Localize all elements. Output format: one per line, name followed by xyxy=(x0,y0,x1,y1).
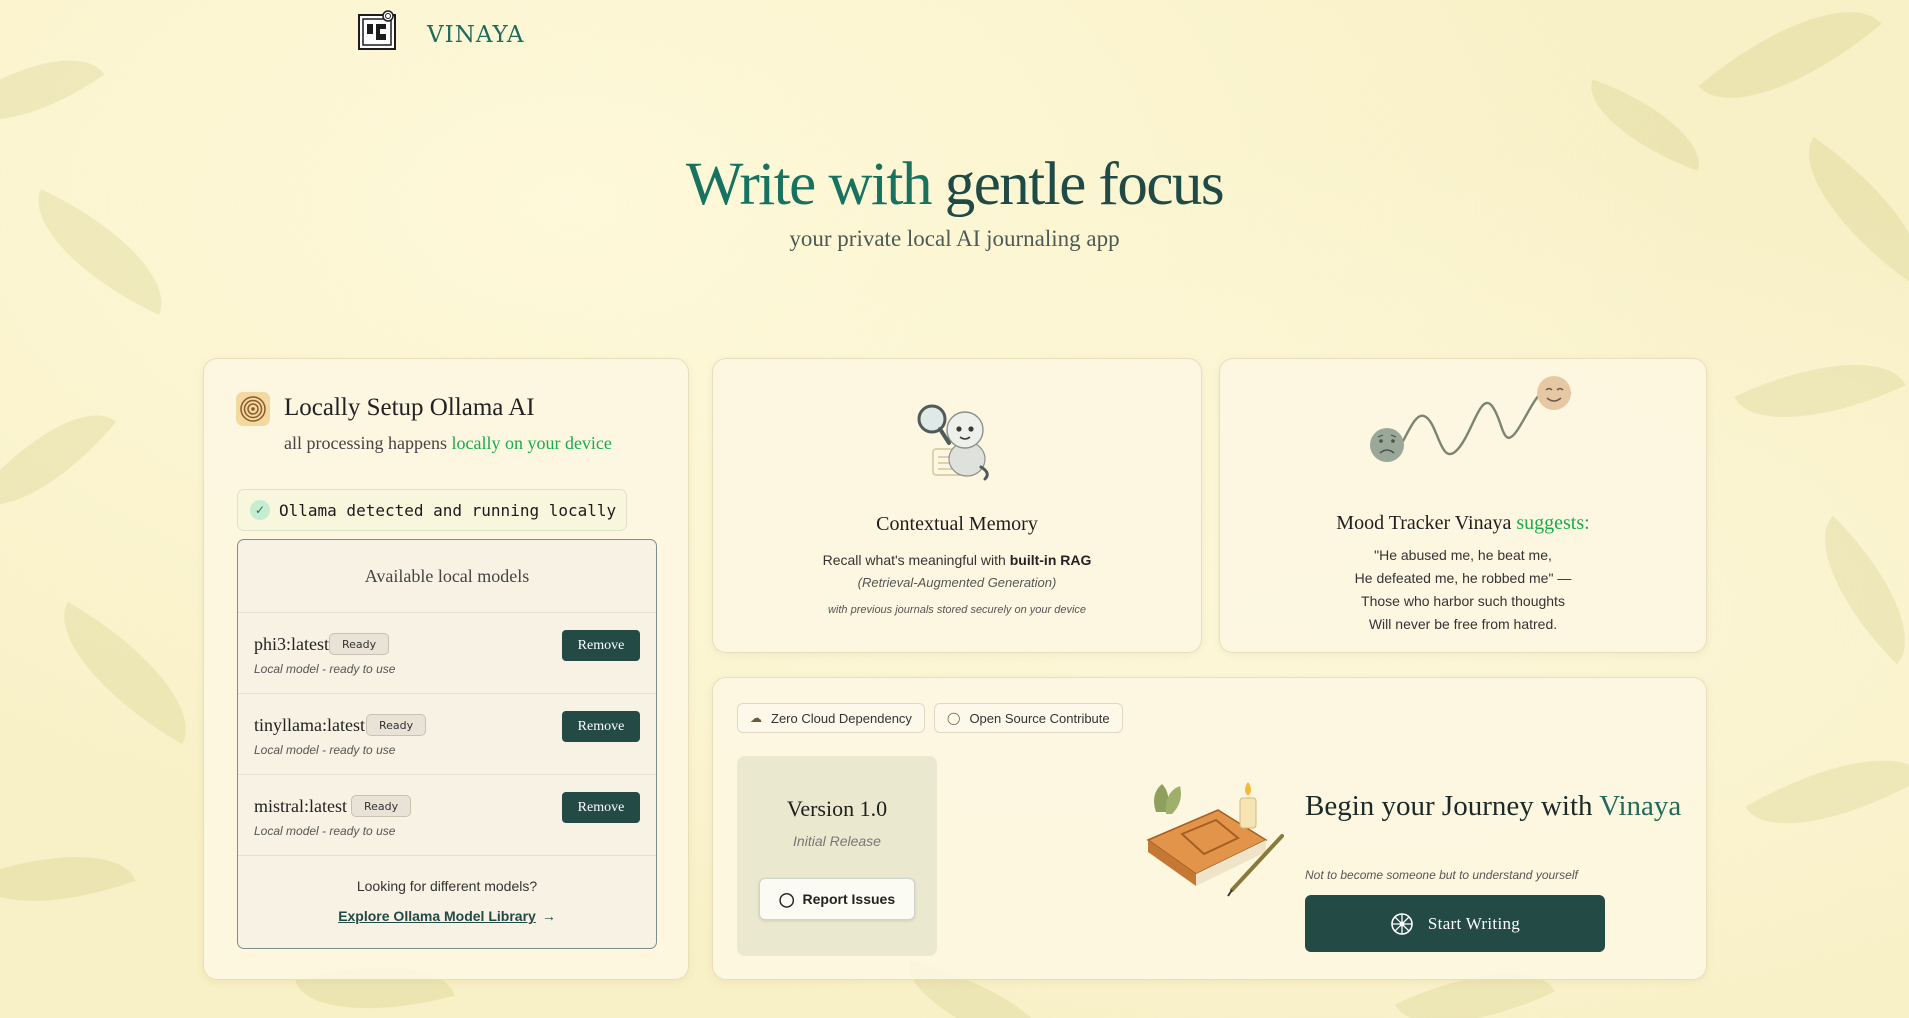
mood-title: Mood Tracker Vinaya suggests: xyxy=(1220,512,1706,535)
hero-title-part1: Write with xyxy=(685,151,933,218)
open-source-pill[interactable]: ◯ Open Source Contribute xyxy=(934,703,1123,733)
report-issues-button[interactable]: ◯ Report Issues xyxy=(759,878,915,920)
journey-card: ☁ Zero Cloud Dependency ◯ Open Source Co… xyxy=(712,677,1707,980)
start-writing-label[interactable]: Start Writing xyxy=(1428,914,1520,934)
version-number: Version 1.0 xyxy=(786,796,888,821)
memory-rag-explanation: (Retrieval-Augmented Generation) xyxy=(857,575,1057,590)
model-ready-badge: Ready xyxy=(329,633,390,655)
model-description: Local model - ready to use xyxy=(254,662,396,676)
start-writing-button[interactable]: Start Writing xyxy=(1305,895,1605,952)
memory-note: with previous journals stored securely o… xyxy=(827,604,1087,616)
ollama-status-badge: ✓ Ollama detected and running locally xyxy=(237,489,627,531)
model-description: Local model - ready to use xyxy=(254,824,396,838)
quote-line: He defeated me, he robbed me" — xyxy=(1354,570,1572,586)
looking-for-models-text: Looking for different models? xyxy=(356,878,538,894)
cloud-off-icon: ☁ xyxy=(750,711,762,725)
ollama-setup-card: Locally Setup Ollama AI all processing h… xyxy=(203,358,689,980)
check-icon: ✓ xyxy=(250,500,270,520)
journey-title-highlight: Vinaya xyxy=(1599,790,1682,822)
mood-graph-icon xyxy=(1370,376,1572,462)
model-row: phi3:latest Ready Local model - ready to… xyxy=(238,613,656,694)
memory-description-bold: built-in RAG xyxy=(1009,552,1092,568)
dharma-wheel-icon xyxy=(1391,912,1413,935)
report-issues-label[interactable]: Report Issues xyxy=(803,891,896,907)
github-icon: ◯ xyxy=(947,711,961,725)
memory-title: Contextual Memory xyxy=(876,513,1038,535)
journey-subtitle: Not to become someone but to understand … xyxy=(1305,868,1578,882)
explore-link-label[interactable]: Explore Ollama Model Library xyxy=(338,908,536,924)
mood-tracker-card: Mood Tracker Vinaya suggests: "He abused… xyxy=(1219,358,1707,653)
hero-title-part2: gentle focus xyxy=(930,151,1225,218)
zero-cloud-label: Zero Cloud Dependency xyxy=(771,710,912,726)
open-source-label[interactable]: Open Source Contribute xyxy=(969,711,1109,726)
ollama-title: Locally Setup Ollama AI xyxy=(284,394,535,421)
github-icon: ◯ xyxy=(778,890,795,907)
memory-description-prefix: Recall what's meaningful with xyxy=(822,552,1010,568)
ollama-subtitle: all processing happens locally on your d… xyxy=(284,433,612,454)
quote-line: Those who harbor such thoughts xyxy=(1361,593,1565,609)
remove-model-button[interactable]: Remove xyxy=(562,630,640,661)
arrow-right-icon: → xyxy=(541,908,556,924)
model-description: Local model - ready to use xyxy=(254,743,396,757)
memory-description: Recall what's meaningful with built-in R… xyxy=(713,552,1201,568)
model-ready-badge: Ready xyxy=(366,714,427,736)
model-name: mistral:latest xyxy=(254,796,347,816)
quote-line: "He abused me, he beat me, xyxy=(1374,547,1552,563)
journey-title: Begin your Journey with Vinaya xyxy=(1305,788,1681,825)
journey-title-prefix: Begin your Journey with xyxy=(1305,790,1600,822)
brand-name[interactable]: VINAYA xyxy=(427,22,525,48)
journal-book-icon xyxy=(1146,782,1284,897)
remove-model-button[interactable]: Remove xyxy=(562,792,640,823)
mood-title-prefix: Mood Tracker Vinaya xyxy=(1336,512,1517,534)
explore-model-library-link[interactable]: Explore Ollama Model Library → xyxy=(238,908,656,924)
model-ready-badge: Ready xyxy=(351,795,412,817)
zero-cloud-pill: ☁ Zero Cloud Dependency xyxy=(737,703,925,733)
model-row: tinyllama:latest Ready Local model - rea… xyxy=(238,694,656,775)
version-box: Version 1.0 Initial Release ◯ Report Iss… xyxy=(737,756,937,956)
remove-model-button[interactable]: Remove xyxy=(562,711,640,742)
ollama-subtitle-prefix: all processing happens xyxy=(284,433,452,453)
model-name: phi3:latest xyxy=(254,634,329,654)
mood-title-highlight: suggests: xyxy=(1516,512,1590,534)
robot-magnifier-icon xyxy=(917,404,989,481)
quote-line: Will never be free from hatred. xyxy=(1368,616,1558,632)
models-panel: Available local models phi3:latest Ready… xyxy=(237,539,657,949)
model-name: tinyllama:latest xyxy=(254,715,365,735)
release-label: Initial Release xyxy=(793,833,881,849)
model-row: mistral:latest Ready Local model - ready… xyxy=(238,775,656,856)
hero-subtitle: your private local AI journaling app xyxy=(789,226,1120,251)
models-heading: Available local models xyxy=(238,540,656,613)
ollama-status-text: Ollama detected and running locally xyxy=(279,500,617,520)
ollama-subtitle-highlight: locally on your device xyxy=(451,433,612,453)
vinaya-logo-icon[interactable] xyxy=(357,10,398,51)
ollama-icon xyxy=(236,392,270,426)
contextual-memory-card: Contextual Memory Recall what's meaningf… xyxy=(712,358,1202,653)
hero-title: Write with gentle focus xyxy=(0,150,1909,220)
